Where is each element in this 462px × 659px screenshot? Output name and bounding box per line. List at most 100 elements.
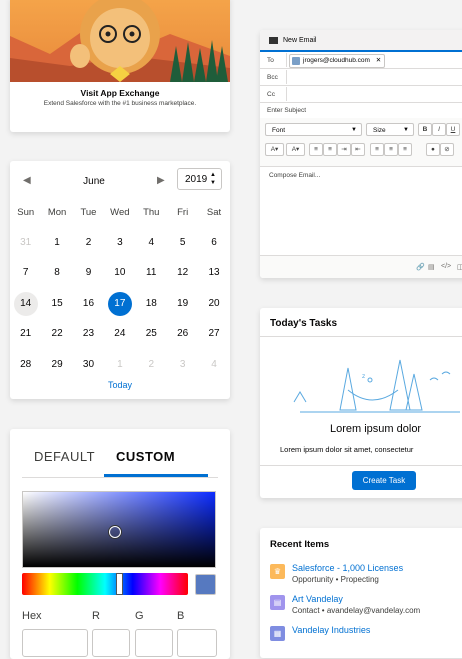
day-cell[interactable]: 11 [136,261,167,285]
day-cell[interactable]: 7 [10,261,41,285]
day-cell[interactable]: 6 [198,231,229,255]
calendar-header: ◀ June ▶ 2019 ▲ ▼ [10,167,230,199]
day-cell[interactable]: 1 [104,353,135,377]
italic-button[interactable]: I [432,123,446,136]
day-number: 27 [208,328,220,340]
day-cell[interactable]: 24 [104,322,135,346]
underline-button[interactable]: U [446,123,460,136]
template-icon[interactable]: ▤ [428,263,435,271]
item-name-link[interactable]: Art Vandelay [292,594,343,604]
font-select[interactable]: Font ▼ [265,123,362,136]
day-cell[interactable]: 13 [198,261,229,285]
g-input[interactable] [135,629,173,657]
bcc-row: Bcc [260,69,462,86]
day-cell[interactable]: 25 [136,322,167,346]
list-item[interactable]: ♛ Salesforce - 1,000 Licenses Opportunit… [270,562,462,590]
indent-icon[interactable]: ⇥ [337,143,351,156]
day-cell[interactable]: 9 [73,261,104,285]
create-task-button[interactable]: Create Task [352,471,416,490]
item-meta: Contact • avandelay@vandelay.com [292,606,421,615]
day-cell[interactable]: 4 [136,231,167,255]
day-cell[interactable]: 1 [41,231,72,255]
chevron-right-icon[interactable]: ▶ [157,175,165,186]
compose-email-placeholder[interactable]: Compose Email... [269,172,320,179]
day-cell[interactable]: 2 [73,231,104,255]
day-cell[interactable]: 23 [73,322,104,346]
hue-slider[interactable] [22,573,188,595]
day-cell[interactable]: 8 [41,261,72,285]
day-cell-selected[interactable]: 17 [104,291,135,316]
app-exchange-card[interactable]: Visit App Exchange Extend Salesforce wit… [10,0,230,132]
close-icon[interactable]: ✕ [376,57,381,64]
clear-format-icon[interactable]: ⊘ [440,143,454,156]
subject-field[interactable]: Enter Subject [260,102,462,119]
chevron-left-icon[interactable]: ◀ [23,175,31,186]
tasks-body: Lorem ipsum dolor sit amet, consectetur [280,445,414,454]
day-cell[interactable]: 18 [136,292,167,316]
day-cell[interactable]: 22 [41,322,72,346]
item-meta: Opportunity • Propecting [292,575,379,584]
cc-field[interactable] [286,87,462,101]
day-cell[interactable]: 3 [104,231,135,255]
day-cell-today[interactable]: 14 [10,291,41,316]
year-select[interactable]: 2019 ▲ ▼ [177,168,222,190]
item-name-link[interactable]: Vandelay Industries [292,625,370,635]
list-item[interactable]: ▤ Art Vandelay Contact • avandelay@vande… [270,593,462,621]
day-cell[interactable]: 3 [167,353,198,377]
align-left-icon[interactable]: ≡ [370,143,384,156]
day-cell[interactable]: 10 [104,261,135,285]
highlight-color-icon[interactable]: A▾ [286,143,305,156]
size-select[interactable]: Size ▼ [366,123,414,136]
b-input[interactable] [177,629,217,657]
stepper-arrows-icon[interactable]: ▲ ▼ [210,171,216,187]
day-cell[interactable]: 29 [41,353,72,377]
day-number: 1 [117,358,123,370]
code-icon[interactable]: </> [441,263,451,270]
align-center-icon[interactable]: ≡ [384,143,398,156]
text-color-icon[interactable]: A▾ [265,143,284,156]
align-right-icon[interactable]: ≡ [398,143,412,156]
hex-input[interactable] [22,629,88,657]
cc-label: Cc [267,91,275,98]
day-cell[interactable]: 12 [167,261,198,285]
bulleted-list-icon[interactable]: ≡ [309,143,323,156]
day-cell[interactable]: 26 [167,322,198,346]
day-cell[interactable]: 21 [10,322,41,346]
today-link[interactable]: Today [10,380,230,390]
day-cell[interactable]: 19 [167,292,198,316]
attachment-icon[interactable]: ◫ [457,263,462,271]
color-picker: DEFAULT CUSTOM Hex R G B [10,429,230,659]
recipient-pill[interactable]: jrogers@cloudhub.com ✕ [289,54,386,68]
day-cell[interactable]: 20 [198,292,229,316]
day-cell[interactable]: 31 [10,231,41,255]
day-number: 6 [211,236,217,248]
recipient-email: jrogers@cloudhub.com [303,57,370,64]
bold-button[interactable]: B [418,123,432,136]
tab-custom[interactable]: CUSTOM [116,449,175,464]
day-cell[interactable]: 16 [73,292,104,316]
day-cell[interactable]: 4 [198,353,229,377]
outdent-icon[interactable]: ⇤ [351,143,365,156]
hue-slider-thumb[interactable] [116,573,123,595]
day-cell[interactable]: 27 [198,322,229,346]
numbered-list-icon[interactable]: ≡ [323,143,337,156]
link-icon[interactable]: 🔗 [416,263,425,271]
weekday-label: Sat [206,206,222,218]
day-cell[interactable]: 5 [167,231,198,255]
list-item[interactable]: ▦ Vandelay Industries [270,624,462,652]
tab-default[interactable]: DEFAULT [34,449,95,464]
saturation-value-area[interactable] [22,491,216,568]
image-icon[interactable]: ● [426,143,440,156]
to-field[interactable]: jrogers@cloudhub.com ✕ [286,53,462,68]
r-input[interactable] [92,629,130,657]
day-cell[interactable]: 30 [73,353,104,377]
day-number: 30 [82,358,95,370]
contact-icon: ▤ [270,595,285,610]
day-cell[interactable]: 2 [136,353,167,377]
bcc-field[interactable] [286,70,462,84]
color-handle[interactable] [109,526,121,538]
day-cell[interactable]: 28 [10,353,41,377]
item-name-link[interactable]: Salesforce - 1,000 Licenses [292,563,403,573]
size-select-value: Size [373,127,386,134]
day-cell[interactable]: 15 [41,292,72,316]
